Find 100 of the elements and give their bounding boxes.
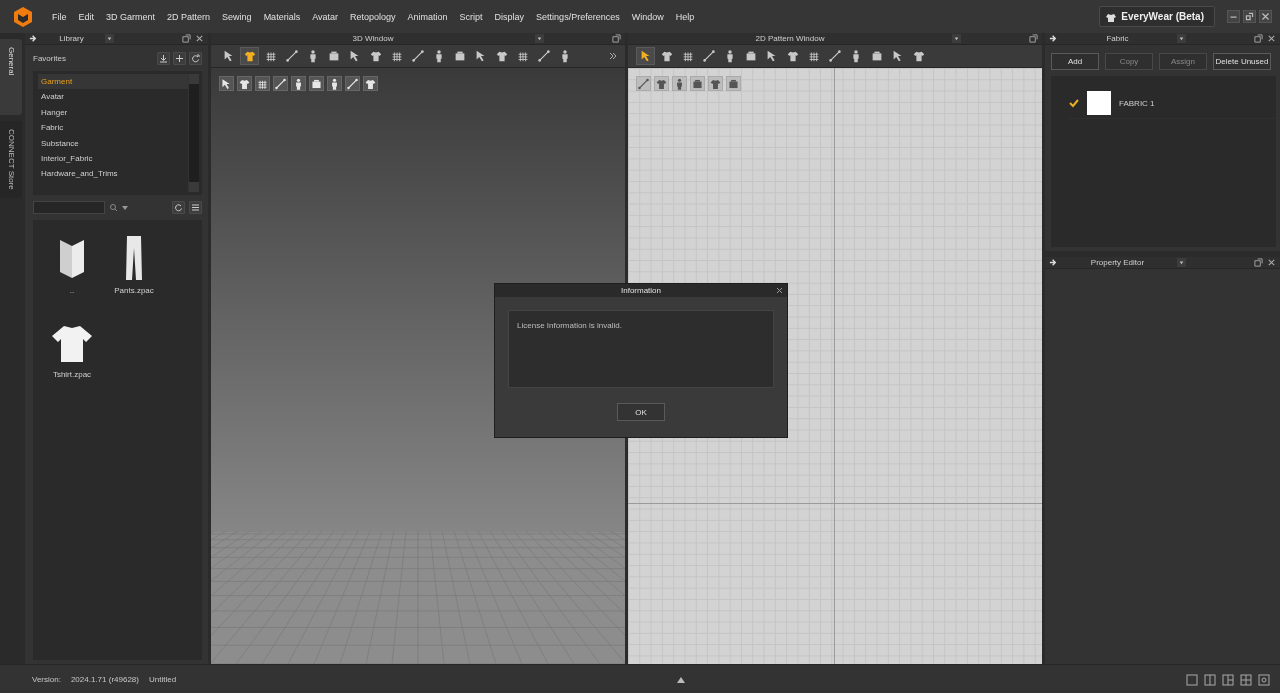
pin-icon[interactable] <box>1049 34 1058 43</box>
menu-item[interactable]: 3D Garment <box>100 11 162 22</box>
fabric-button[interactable]: Delete Unused <box>1213 53 1271 70</box>
menu-item[interactable]: Window <box>625 11 670 22</box>
tool-button[interactable] <box>636 47 655 65</box>
shirt-icon <box>368 49 383 63</box>
menu-item[interactable]: Animation <box>401 11 454 22</box>
menu-item[interactable]: Settings/Preferences <box>530 11 626 22</box>
view-button[interactable] <box>327 76 342 91</box>
category-item[interactable]: Garment <box>38 74 188 90</box>
dropdown-caret-icon[interactable] <box>952 34 961 43</box>
refresh-icon[interactable] <box>189 51 202 65</box>
download-icon[interactable] <box>157 51 170 65</box>
minimize-button[interactable] <box>1227 10 1240 23</box>
fabric-button[interactable]: Add <box>1051 53 1099 70</box>
view-button[interactable] <box>291 76 306 91</box>
view-button[interactable] <box>690 76 705 91</box>
view-button[interactable] <box>255 76 270 91</box>
category-item[interactable]: Fabric <box>38 120 188 136</box>
version-label: Version: <box>32 675 61 684</box>
view-button[interactable] <box>363 76 378 91</box>
view-button[interactable] <box>273 76 288 91</box>
view-button[interactable] <box>654 76 669 91</box>
menu-item[interactable]: Materials <box>257 11 307 22</box>
menu-item[interactable]: Sewing <box>216 11 258 22</box>
view-button[interactable] <box>219 76 234 91</box>
list-view-icon[interactable] <box>189 201 202 214</box>
panel-title: Library <box>58 34 85 43</box>
view-button[interactable] <box>345 76 360 91</box>
file-name[interactable]: .. <box>69 286 75 295</box>
close-icon[interactable] <box>1267 34 1276 43</box>
close-icon[interactable] <box>1267 258 1276 267</box>
view-button[interactable] <box>672 76 687 91</box>
expand-up-icon[interactable] <box>676 675 687 684</box>
line-icon <box>284 49 299 63</box>
panel-title: Property Editor <box>1089 258 1146 267</box>
category-item[interactable]: Substance <box>38 135 188 151</box>
float-window-icon[interactable] <box>1254 258 1263 267</box>
menu-item[interactable]: Display <box>488 11 531 22</box>
side-tab[interactable]: CONNECT Store <box>0 121 22 199</box>
close-icon[interactable] <box>776 287 783 294</box>
pin-icon[interactable] <box>1049 258 1058 267</box>
view-button[interactable] <box>708 76 723 91</box>
scrollbar[interactable] <box>188 74 199 192</box>
side-tab[interactable]: General <box>0 39 22 116</box>
line-icon <box>346 76 359 91</box>
refresh-icon[interactable] <box>172 201 185 214</box>
category-item[interactable]: Avatar <box>38 89 188 105</box>
close-icon[interactable] <box>195 34 204 43</box>
panel-title: Fabric <box>1105 34 1130 43</box>
dropdown-caret-icon[interactable] <box>535 34 544 43</box>
menu-item[interactable]: 2D Pattern <box>161 11 217 22</box>
view-button[interactable] <box>237 76 252 91</box>
close-button[interactable] <box>1259 10 1272 23</box>
shirt-icon <box>659 49 674 63</box>
workspace-selector[interactable]: EveryWear (Beta) <box>1099 6 1215 27</box>
view-button[interactable] <box>636 76 651 91</box>
pin-icon[interactable] <box>29 34 38 43</box>
file-name[interactable]: Pants.zpac <box>114 286 154 295</box>
float-window-icon[interactable] <box>182 34 191 43</box>
workspace-label: EveryWear (Beta) <box>1121 11 1204 22</box>
dropdown-caret-icon[interactable] <box>1177 34 1186 43</box>
dropdown-caret-icon[interactable] <box>105 34 114 43</box>
view-button[interactable] <box>726 76 741 91</box>
layout-icon[interactable] <box>1258 673 1270 686</box>
layout-icon[interactable] <box>1186 673 1198 686</box>
line-icon <box>274 76 287 91</box>
menu-item[interactable]: Edit <box>72 11 101 22</box>
line-icon <box>536 49 551 63</box>
checkmark-icon[interactable] <box>1069 98 1079 108</box>
menu-item[interactable]: Help <box>669 11 701 22</box>
line-icon <box>827 49 842 63</box>
category-item[interactable]: Interior_Fabric <box>38 150 188 167</box>
float-window-icon[interactable] <box>612 34 621 43</box>
fabric-name[interactable]: FABRIC 1 <box>1119 98 1155 108</box>
category-item[interactable]: Hanger <box>38 104 188 121</box>
tool-button[interactable] <box>240 47 259 65</box>
logo-icon[interactable] <box>12 5 34 28</box>
fabric-swatch[interactable] <box>1087 91 1111 115</box>
float-window-icon[interactable] <box>1029 34 1038 43</box>
dropdown-caret-icon[interactable] <box>1177 258 1186 267</box>
layout-icon[interactable] <box>1240 673 1252 686</box>
float-window-icon[interactable] <box>1254 34 1263 43</box>
restore-button[interactable] <box>1243 10 1256 23</box>
search-field[interactable] <box>33 201 105 214</box>
menu-item[interactable]: Avatar <box>306 11 344 22</box>
file-name[interactable]: Tshirt.zpac <box>52 370 92 379</box>
menu-item[interactable]: Script <box>453 11 489 22</box>
menu-item[interactable]: Retopology <box>344 11 402 22</box>
menu-item[interactable]: File <box>46 11 73 22</box>
more-tools-icon[interactable] <box>609 52 617 60</box>
favorites-label: Favorites <box>33 53 67 63</box>
search-icon[interactable] <box>109 203 129 212</box>
dialog-title: Information <box>621 286 661 295</box>
category-item[interactable]: Hardware_and_Trims <box>38 166 188 182</box>
layout-icon[interactable] <box>1204 673 1216 686</box>
plus-icon[interactable] <box>173 51 186 65</box>
view-button[interactable] <box>309 76 324 91</box>
layout-icon[interactable] <box>1222 673 1234 686</box>
ok-button[interactable]: OK <box>617 403 665 421</box>
